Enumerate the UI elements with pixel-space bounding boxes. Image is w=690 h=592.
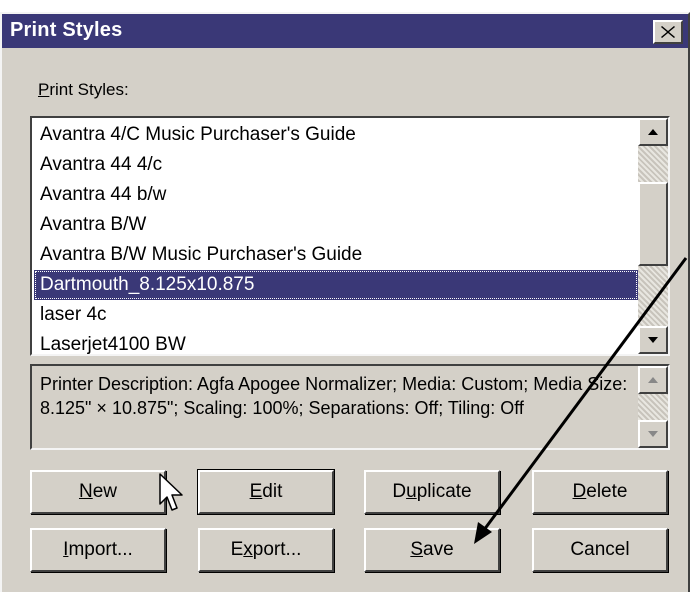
save-button[interactable]: Save — [364, 528, 500, 572]
print-styles-dialog: Print Styles Print Styles: Avantra 4/C M… — [0, 12, 690, 592]
list-item[interactable]: Avantra B/W Music Purchaser's Guide — [34, 240, 638, 270]
list-item[interactable]: Avantra 44 b/w — [34, 180, 638, 210]
export-button[interactable]: Export... — [198, 528, 334, 572]
arrow-up-icon — [648, 377, 658, 383]
title-bar: Print Styles — [2, 14, 688, 48]
list-item[interactable]: Laserjet4100 BW — [34, 330, 638, 360]
printer-description-box: Printer Description: Agfa Apogee Normali… — [30, 364, 670, 450]
scroll-thumb[interactable] — [638, 182, 668, 266]
import-button[interactable]: Import... — [30, 528, 166, 572]
desc-scroll-up-button[interactable] — [638, 366, 668, 394]
arrow-down-icon — [648, 337, 658, 343]
list-item-selected[interactable]: Dartmouth_8.125x10.875 — [34, 270, 638, 300]
list-item[interactable]: Avantra 44 4/c — [34, 150, 638, 180]
edit-button[interactable]: Edit — [197, 469, 335, 515]
list-item[interactable]: Avantra 4/C Music Purchaser's Guide — [34, 120, 638, 150]
desc-scroll-down-button[interactable] — [638, 420, 668, 448]
list-vertical-scrollbar[interactable] — [638, 118, 668, 354]
print-styles-label: Print Styles: — [38, 80, 129, 99]
scroll-down-button[interactable] — [638, 326, 668, 354]
print-styles-list[interactable]: Avantra 4/C Music Purchaser's Guide Avan… — [30, 116, 670, 356]
duplicate-button[interactable]: Duplicate — [364, 470, 500, 514]
close-button[interactable] — [653, 20, 683, 44]
delete-button[interactable]: Delete — [532, 470, 668, 514]
description-scrollbar[interactable] — [638, 366, 668, 448]
printer-description-text: Printer Description: Agfa Apogee Normali… — [40, 374, 628, 418]
close-x-icon — [661, 26, 675, 38]
list-item[interactable]: Avantra B/W — [34, 210, 638, 240]
cancel-button[interactable]: Cancel — [532, 528, 668, 572]
dialog-title: Print Styles — [10, 19, 123, 41]
arrow-up-icon — [648, 129, 658, 135]
scroll-up-button[interactable] — [638, 118, 668, 146]
arrow-down-icon — [648, 431, 658, 437]
new-button[interactable]: New — [30, 470, 166, 514]
list-item[interactable]: laser 4c — [34, 300, 638, 330]
